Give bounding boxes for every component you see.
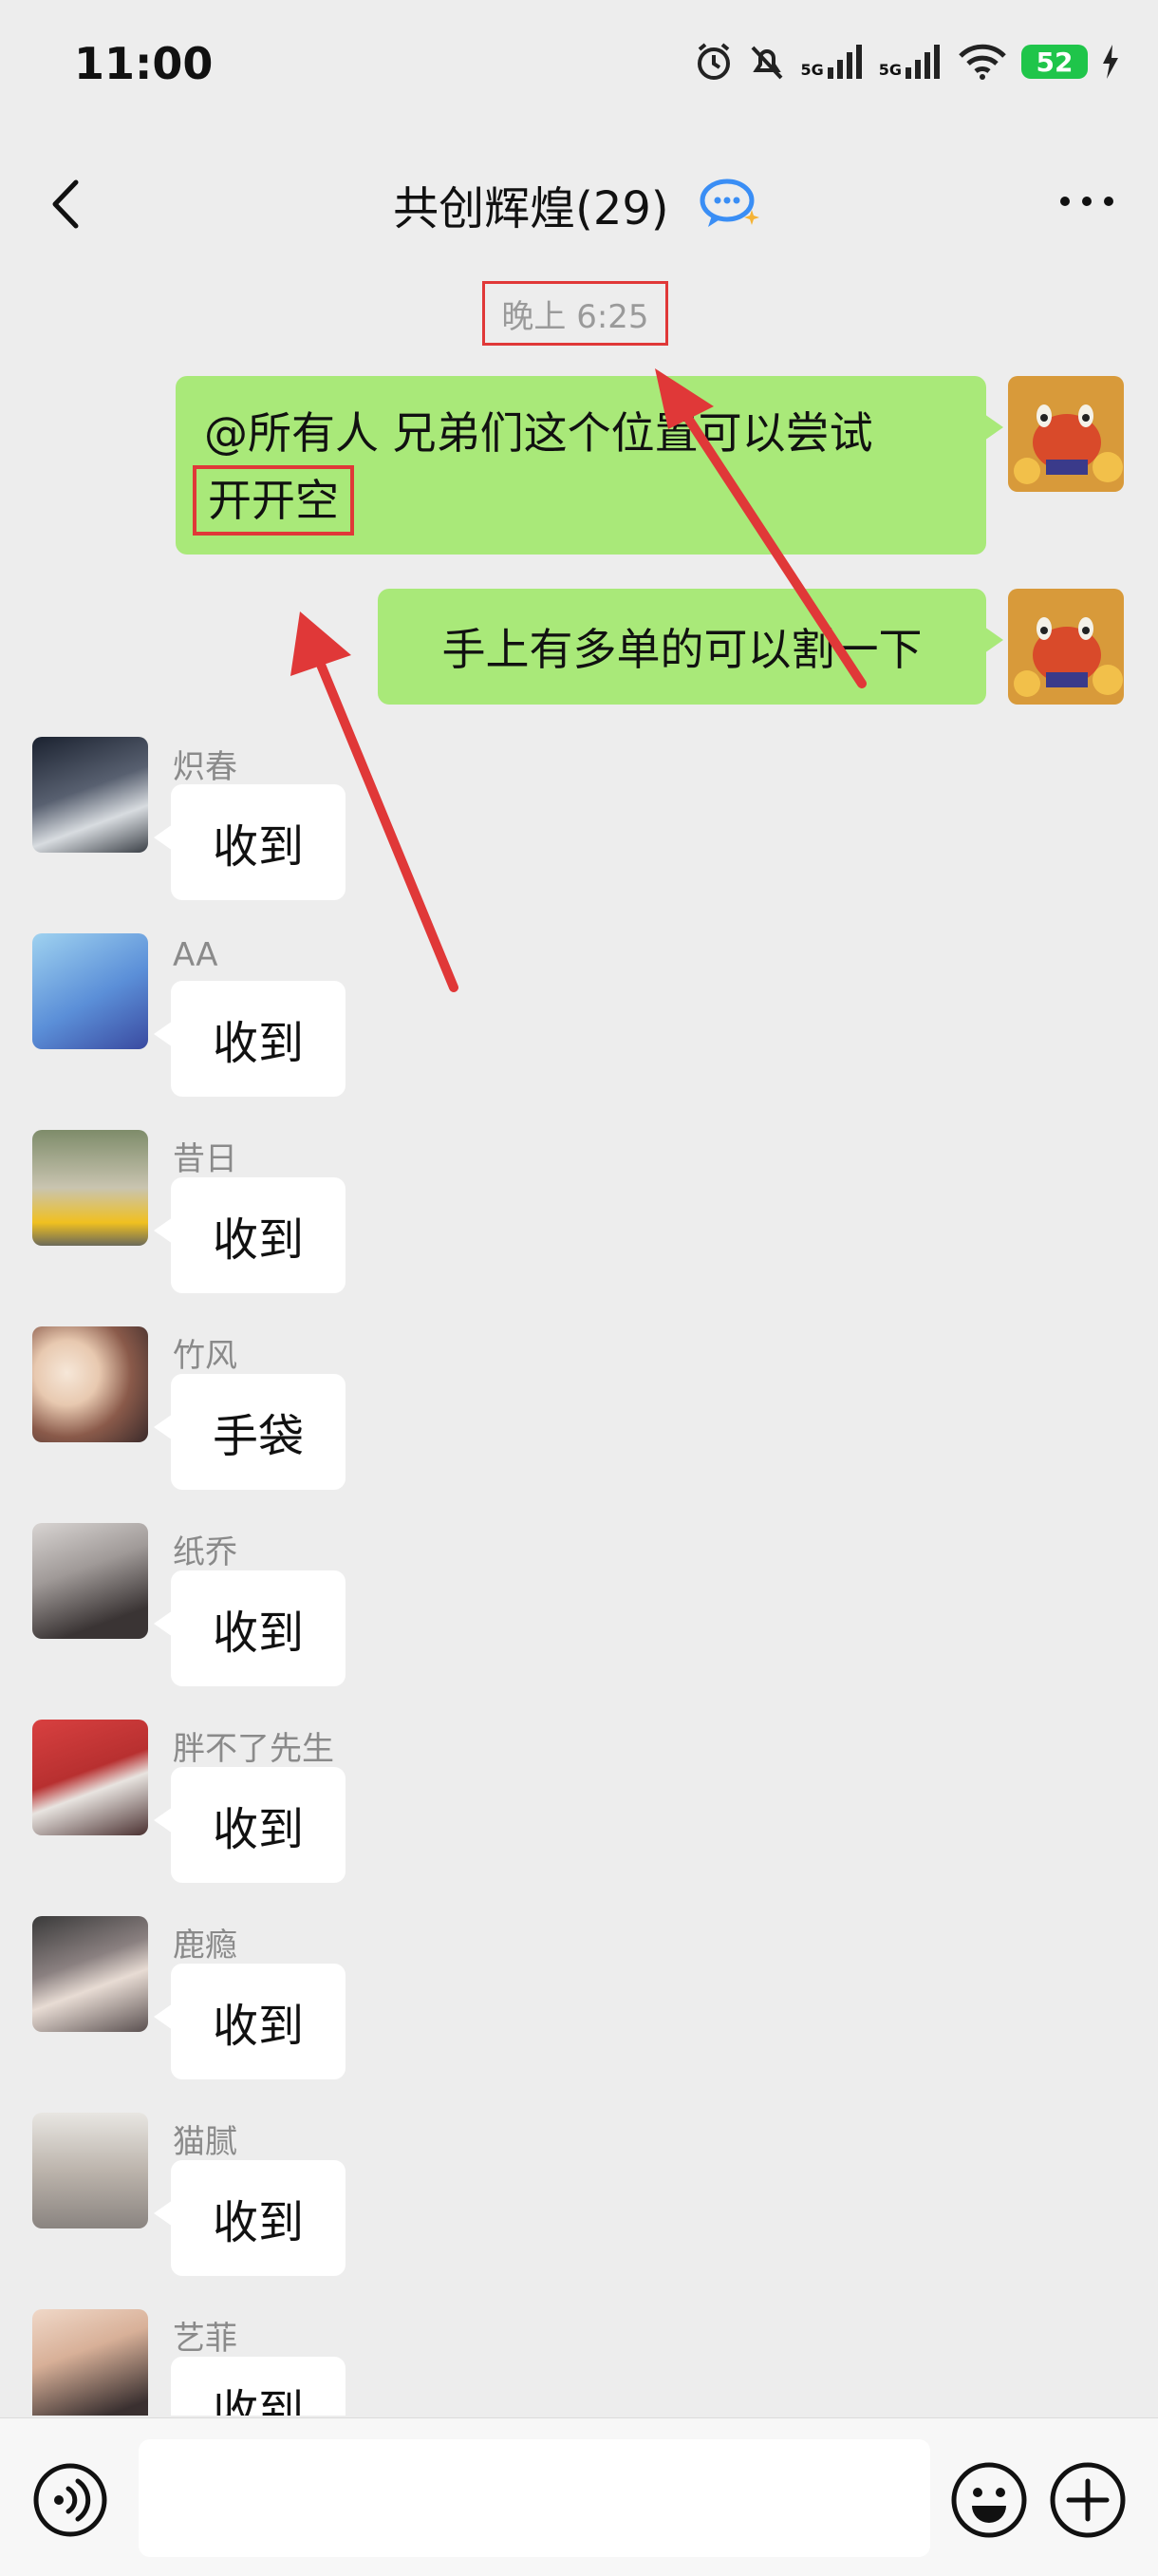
alarm-icon bbox=[698, 43, 731, 80]
battery-indicator: 52 bbox=[1021, 45, 1088, 79]
incoming-message-bubble[interactable]: 手袋 bbox=[154, 1374, 346, 1490]
member-avatar[interactable] bbox=[32, 933, 148, 1049]
message-text: 收到 bbox=[212, 1017, 304, 1070]
sender-name: 猫腻 bbox=[173, 2123, 237, 2161]
wifi-icon bbox=[959, 44, 1006, 80]
signal-bars-icon bbox=[827, 45, 862, 79]
message-text: 手上有多单的可以割一下 bbox=[441, 624, 923, 675]
signal-5g-2: 5G bbox=[879, 45, 943, 79]
message-timestamp: 晚上 6:25 bbox=[482, 281, 668, 346]
sender-name: 昔日 bbox=[173, 1140, 237, 1178]
sender-name: 胖不了先生 bbox=[173, 1730, 334, 1768]
message-text: 收到 bbox=[212, 1213, 304, 1267]
incoming-message-bubble[interactable]: 收到 bbox=[154, 1767, 346, 1883]
incoming-message-bubble[interactable]: 收到 bbox=[171, 2357, 346, 2416]
message-text: 手袋 bbox=[212, 1410, 304, 1463]
outgoing-message-bubble[interactable]: @所有人 兄弟们这个位置可以尝试 开开空 bbox=[176, 376, 1003, 555]
charging-icon bbox=[1103, 45, 1118, 79]
message-text: 收到 bbox=[212, 1607, 304, 1660]
chat-title: 共创辉煌(29) bbox=[393, 182, 669, 235]
sender-name: 竹风 bbox=[173, 1337, 237, 1375]
crab-avatar-image bbox=[1008, 376, 1124, 492]
voice-input-icon[interactable] bbox=[32, 2462, 108, 2538]
member-avatar[interactable] bbox=[32, 2113, 148, 2228]
self-avatar[interactable] bbox=[1008, 589, 1124, 705]
message-text: 收到 bbox=[212, 2196, 304, 2249]
message-text: 收到 bbox=[212, 820, 304, 874]
signal-bars-icon bbox=[906, 45, 940, 79]
crab-avatar-image bbox=[1008, 589, 1124, 705]
incoming-message-bubble[interactable]: 收到 bbox=[154, 1570, 346, 1686]
add-more-icon[interactable] bbox=[1048, 2460, 1128, 2540]
status-bar: 11:00 5G 5G 52 bbox=[0, 0, 1158, 123]
sender-name: AA bbox=[173, 936, 218, 974]
group-chat-icon[interactable] bbox=[699, 176, 765, 233]
incoming-message-bubble[interactable]: 收到 bbox=[154, 784, 346, 900]
status-icons: 5G 5G 52 bbox=[694, 38, 1120, 85]
member-avatar[interactable] bbox=[32, 2309, 148, 2416]
status-time: 11:00 bbox=[74, 38, 214, 89]
sender-name: 炽春 bbox=[173, 748, 237, 786]
member-avatar[interactable] bbox=[32, 737, 148, 853]
incoming-message-bubble[interactable]: 收到 bbox=[154, 2160, 346, 2276]
sender-name: 鹿瘾 bbox=[173, 1927, 237, 1965]
message-text: 收到 bbox=[212, 2385, 304, 2416]
member-avatar[interactable] bbox=[32, 1326, 148, 1442]
chat-title-area: 共创辉煌(29) bbox=[0, 171, 1158, 237]
outgoing-message-bubble[interactable]: 手上有多单的可以割一下 bbox=[378, 589, 1003, 705]
incoming-message-bubble[interactable]: 收到 bbox=[154, 981, 346, 1097]
sender-name: 纸乔 bbox=[173, 1533, 237, 1571]
member-avatar[interactable] bbox=[32, 1523, 148, 1639]
chat-header: 共创辉煌(29) bbox=[0, 142, 1158, 266]
member-avatar[interactable] bbox=[32, 1130, 148, 1246]
emoji-icon[interactable] bbox=[949, 2460, 1029, 2540]
message-input[interactable] bbox=[139, 2439, 930, 2557]
more-options-icon[interactable] bbox=[1054, 182, 1120, 220]
incoming-message-bubble[interactable]: 收到 bbox=[154, 1964, 346, 2079]
mute-bell-icon bbox=[752, 46, 783, 80]
member-avatar[interactable] bbox=[32, 1720, 148, 1835]
incoming-message-bubble[interactable]: 收到 bbox=[154, 1177, 346, 1293]
message-text: 收到 bbox=[212, 2000, 304, 2053]
highlighted-text: 开开空 bbox=[193, 465, 354, 536]
self-avatar[interactable] bbox=[1008, 376, 1124, 492]
signal-5g-1: 5G bbox=[800, 45, 865, 79]
message-text: @所有人 兄弟们这个位置可以尝试 bbox=[204, 407, 873, 459]
message-text: 收到 bbox=[212, 1803, 304, 1856]
member-avatar[interactable] bbox=[32, 1916, 148, 2032]
red-arrowhead bbox=[290, 611, 351, 676]
sender-name: 艺菲 bbox=[173, 2320, 237, 2358]
chat-input-bar bbox=[0, 2417, 1158, 2576]
